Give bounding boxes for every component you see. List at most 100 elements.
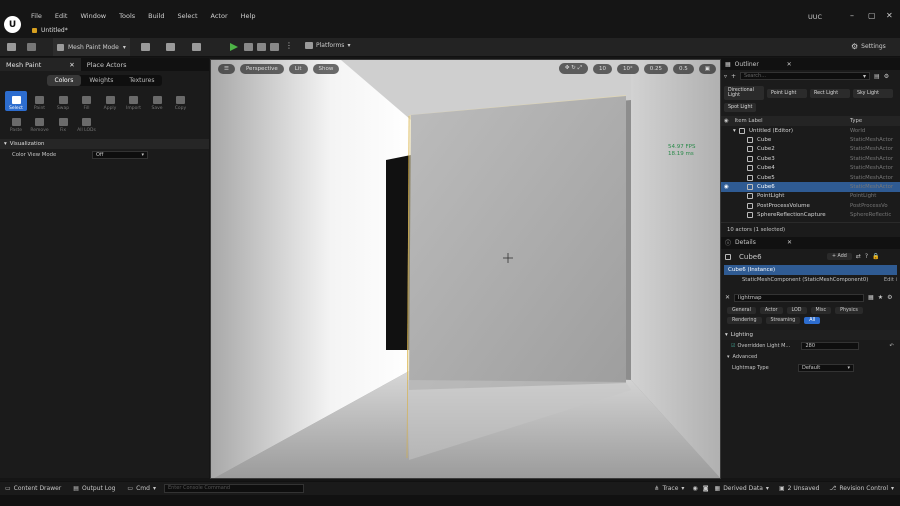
component-instance-row[interactable]: Cube6 (Instance): [724, 264, 897, 275]
show-button[interactable]: Show: [312, 63, 340, 74]
color-view-mode-dropdown[interactable]: Off ▾: [92, 151, 148, 159]
quick-add-directional-light[interactable]: Directional Light: [724, 86, 764, 100]
tool-all-lods[interactable]: All LODs: [76, 113, 98, 133]
settings-gear-icon[interactable]: ⚙: [887, 294, 892, 301]
component-row[interactable]: StaticMeshComponent (StaticMeshComponent…: [724, 275, 897, 286]
content-icon[interactable]: [27, 43, 36, 51]
outliner-search-input[interactable]: Search... ▾: [740, 72, 871, 80]
cmd-dropdown[interactable]: ▭ Cmd ▾: [127, 485, 156, 492]
outliner-row[interactable]: ◉ Cube6 StaticMeshActor: [721, 182, 900, 192]
visualization-section[interactable]: ▾ Visualization: [0, 139, 209, 149]
tool-swap[interactable]: Swap: [52, 91, 74, 111]
outliner-row[interactable]: Cube3 StaticMeshActor: [721, 154, 900, 163]
stop-icon[interactable]: [257, 43, 266, 51]
tool-import[interactable]: Import: [123, 91, 145, 111]
maximize-button[interactable]: ▢: [868, 11, 876, 20]
tool-save[interactable]: Save: [146, 91, 168, 111]
camera-speed-button[interactable]: 0.5: [673, 63, 694, 74]
perspective-button[interactable]: Perspective: [239, 63, 284, 74]
menu-item-actor[interactable]: Actor: [211, 12, 228, 20]
settings-gear-icon[interactable]: ⚙: [884, 73, 889, 80]
tool-paint[interactable]: Paint: [29, 91, 51, 111]
tool-copy[interactable]: Copy: [170, 91, 192, 111]
col-item-label[interactable]: Item Label: [735, 118, 763, 124]
outliner-row[interactable]: Cube StaticMeshActor: [721, 135, 900, 144]
help-icon[interactable]: ?: [865, 253, 868, 260]
tab-textures[interactable]: Textures: [121, 75, 162, 86]
tool-select[interactable]: Select: [5, 91, 27, 111]
outliner-row[interactable]: PointLight PointLight: [721, 192, 900, 201]
actor-name[interactable]: Cube6: [739, 253, 823, 261]
close-window-button[interactable]: ✕: [886, 11, 893, 20]
lock-icon[interactable]: 🔒: [872, 253, 879, 260]
platforms-dropdown[interactable]: Platforms ▾: [305, 42, 350, 49]
override-checkbox[interactable]: ☑: [731, 343, 735, 349]
blueprint-icon[interactable]: ⇄: [856, 253, 861, 260]
lighting-section[interactable]: ▾ Lighting: [721, 329, 900, 340]
play-icon[interactable]: [230, 43, 238, 51]
new-folder-icon[interactable]: ▤: [874, 73, 880, 80]
tool-paste[interactable]: Paste: [5, 113, 27, 133]
menu-item-select[interactable]: Select: [177, 12, 197, 20]
reset-icon[interactable]: ↶: [889, 343, 893, 349]
transform-tools[interactable]: ✥ ↻ ⤢: [558, 63, 589, 74]
menu-item-file[interactable]: File: [31, 12, 42, 20]
quick-add-point-light[interactable]: Point Light: [767, 88, 807, 98]
mode-dropdown[interactable]: Mesh Paint Mode ▾: [53, 38, 130, 56]
tool-fill[interactable]: Fill: [76, 91, 98, 111]
close-tab-icon[interactable]: ✕: [787, 239, 792, 246]
menu-item-edit[interactable]: Edit: [55, 12, 68, 20]
level-viewport[interactable]: ☰ Perspective Lit Show ✥ ↻ ⤢ 10 10° 0.25…: [210, 59, 721, 479]
trace-dropdown[interactable]: ⋔ Trace ▾: [654, 485, 684, 492]
quick-add-spot-light[interactable]: Spot Light: [724, 103, 757, 112]
col-type[interactable]: Type: [850, 118, 862, 124]
add-component-button[interactable]: + Add: [827, 253, 852, 261]
menu-item-help[interactable]: Help: [241, 12, 256, 20]
lightmap-type-dropdown[interactable]: Default ▾: [798, 363, 854, 372]
eject-icon[interactable]: [270, 43, 279, 51]
close-tab-icon[interactable]: ✕: [69, 61, 74, 69]
overridden-light-map-input[interactable]: 280: [801, 341, 860, 350]
add-icon[interactable]: +: [731, 73, 736, 80]
add-content-icon[interactable]: [141, 43, 150, 51]
maximize-viewport-icon[interactable]: ▣: [698, 63, 716, 74]
tool-fix[interactable]: Fix: [52, 113, 74, 133]
menu-item-tools[interactable]: Tools: [119, 12, 135, 20]
more-options-icon[interactable]: ⋮: [285, 41, 293, 50]
record-icon[interactable]: ◉: [692, 485, 697, 492]
quick-add-sky-light[interactable]: Sky Light: [853, 88, 893, 98]
details-search-input[interactable]: lightmap: [734, 293, 865, 302]
rotation-snap-button[interactable]: 10°: [617, 63, 639, 74]
menu-item-window[interactable]: Window: [80, 12, 106, 20]
quick-add-rect-light[interactable]: Rect Light: [810, 88, 850, 98]
tab-weights[interactable]: Weights: [81, 75, 121, 86]
revision-control-button[interactable]: ⎇ Revision Control ▾: [829, 485, 894, 492]
filter-physics[interactable]: Physics: [835, 306, 863, 314]
unsaved-button[interactable]: ▣ 2 Unsaved: [779, 485, 819, 492]
derived-data-dropdown[interactable]: ▦ Derived Data ▾: [715, 485, 769, 492]
edit-component-link[interactable]: Edit i: [884, 277, 897, 283]
settings-button[interactable]: ⚙ Settings: [851, 42, 886, 51]
lit-button[interactable]: Lit: [288, 63, 308, 74]
filter-actor[interactable]: Actor: [759, 306, 783, 314]
tool-remove[interactable]: Remove: [29, 113, 51, 133]
filter-streaming[interactable]: Streaming: [765, 316, 801, 324]
cinematics-icon[interactable]: [192, 43, 201, 51]
viewport-menu-button[interactable]: ☰: [218, 63, 235, 74]
filter-all[interactable]: All: [804, 316, 821, 324]
outliner-row[interactable]: ▾ Untitled (Editor) World: [721, 126, 900, 135]
visibility-icon[interactable]: ◉: [721, 184, 733, 190]
close-tab-icon[interactable]: ✕: [787, 61, 792, 68]
filter-icon[interactable]: ▿: [724, 73, 727, 80]
console-command-input[interactable]: Enter Console Command: [163, 484, 304, 493]
tab-colors[interactable]: Colors: [46, 75, 82, 86]
content-drawer-button[interactable]: ▭ Content Drawer: [5, 485, 61, 492]
tab-mesh-paint[interactable]: Mesh Paint ✕: [0, 58, 81, 71]
star-icon[interactable]: ★: [878, 294, 883, 301]
document-tab[interactable]: Untitled*: [32, 25, 72, 36]
blueprint-icon[interactable]: [166, 43, 175, 51]
grid-snap-button[interactable]: 10: [593, 63, 613, 74]
outliner-row[interactable]: SphereReflectionCapture SphereReflectic: [721, 211, 900, 220]
outliner-row[interactable]: Cube2 StaticMeshActor: [721, 145, 900, 154]
unreal-logo-icon[interactable]: U: [4, 16, 21, 33]
